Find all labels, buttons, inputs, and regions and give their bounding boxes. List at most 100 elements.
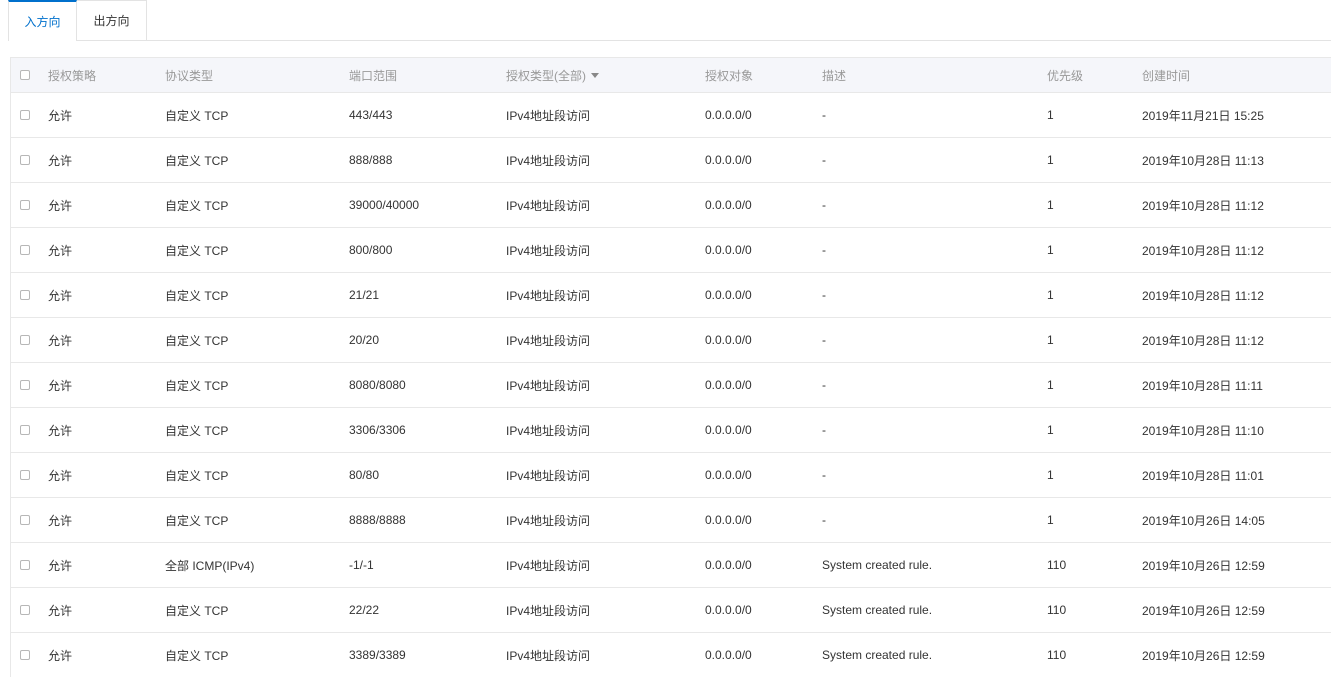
description-cell: - <box>822 378 826 392</box>
table-row: 允许 自定义 TCP 800/800 IPv4地址段访问 0.0.0.0/0 - 1 2019… <box>11 228 1331 273</box>
policy-cell: 允许 <box>48 558 73 573</box>
auth-type-cell: IPv4地址段访问 <box>506 513 591 528</box>
port-range-cell: 8888/8888 <box>349 513 406 527</box>
auth-type-cell: IPv4地址段访问 <box>506 558 591 573</box>
priority-cell: 1 <box>1047 288 1054 302</box>
row-checkbox[interactable] <box>20 605 30 615</box>
port-range-cell: 8080/8080 <box>349 378 406 392</box>
auth-object-cell: 0.0.0.0/0 <box>705 603 752 617</box>
header-protocol: 协议类型 <box>165 68 214 83</box>
table-row: 允许 自定义 TCP 8888/8888 IPv4地址段访问 0.0.0.0/0 - 1 20… <box>11 498 1331 543</box>
description-cell: - <box>822 198 826 212</box>
created-time-cell: 2019年10月28日 11:10 <box>1142 423 1264 438</box>
auth-object-cell: 0.0.0.0/0 <box>705 513 752 527</box>
table-body: 允许 自定义 TCP 443/443 IPv4地址段访问 0.0.0.0/0-1 2019… <box>11 93 1331 677</box>
header-auth-type[interactable]: 授权类型(全部) <box>506 58 599 92</box>
policy-cell: 允许 <box>48 423 73 438</box>
protocol-cell: 自定义 TCP <box>165 378 229 393</box>
row-checkbox[interactable] <box>20 515 30 525</box>
caret-down-icon[interactable] <box>591 72 599 78</box>
protocol-cell: 自定义 TCP <box>165 648 229 663</box>
auth-type-cell: IPv4地址段访问 <box>506 378 591 393</box>
header-policy: 授权策略 <box>48 68 97 83</box>
created-time-cell: 2019年10月28日 11:11 <box>1142 378 1263 393</box>
priority-cell: 110 <box>1047 603 1067 617</box>
policy-cell: 允许 <box>48 513 73 528</box>
created-time-cell: 2019年10月28日 11:12 <box>1142 243 1264 258</box>
created-time-cell: 2019年10月26日 12:59 <box>1142 648 1265 663</box>
protocol-cell: 自定义 TCP <box>165 513 229 528</box>
row-checkbox[interactable] <box>20 470 30 480</box>
auth-type-cell: IPv4地址段访问 <box>506 108 591 123</box>
created-time-cell: 2019年10月28日 11:13 <box>1142 153 1264 168</box>
auth-object-cell: 0.0.0.0/0 <box>705 243 752 257</box>
auth-type-cell: IPv4地址段访问 <box>506 648 591 663</box>
auth-object-cell: 0.0.0.0/0 <box>705 558 752 572</box>
auth-object-cell: 0.0.0.0/0 <box>705 468 752 482</box>
tab-outbound[interactable]: 出方向 <box>77 0 147 40</box>
port-range-cell: 39000/40000 <box>349 198 420 212</box>
created-time-cell: 2019年10月28日 11:01 <box>1142 468 1264 483</box>
table-row: 允许 自定义 TCP 21/21 IPv4地址段访问 0.0.0.0/0 - 1 2019年1… <box>11 273 1331 318</box>
row-checkbox[interactable] <box>20 245 30 255</box>
description-cell: - <box>822 333 826 347</box>
row-checkbox[interactable] <box>20 155 30 165</box>
auth-type-cell: IPv4地址段访问 <box>506 423 591 438</box>
protocol-cell: 自定义 TCP <box>165 198 229 213</box>
row-checkbox[interactable] <box>20 650 30 660</box>
port-range-cell: 888/888 <box>349 153 393 167</box>
description-cell: - <box>822 513 826 527</box>
table-header: 授权策略 协议类型 端口范围 授权类型(全部) 授权对象 描述 优先级 创建时间 <box>11 57 1331 93</box>
priority-cell: 1 <box>1047 198 1054 212</box>
priority-cell: 110 <box>1047 648 1067 662</box>
row-checkbox[interactable] <box>20 110 30 120</box>
rules-table: 授权策略 协议类型 端口范围 授权类型(全部) 授权对象 描述 优先级 创建时间… <box>10 57 1331 677</box>
tab-inbound[interactable]: 入方向 <box>8 0 77 41</box>
priority-cell: 1 <box>1047 153 1054 167</box>
priority-cell: 1 <box>1047 333 1054 347</box>
table-row: 允许 自定义 TCP 80/80 IPv4地址段访问 0.0.0.0/0 - 1 2019年1… <box>11 453 1331 498</box>
row-checkbox[interactable] <box>20 380 30 390</box>
auth-object-cell: 0.0.0.0/0 <box>705 333 752 347</box>
auth-object-cell: 0.0.0.0/0 <box>705 378 752 392</box>
row-checkbox[interactable] <box>20 425 30 435</box>
header-auth-type-label: 授权类型(全部) <box>506 68 586 83</box>
security-group-rules-page: 入方向 出方向 授权策略 协议类型 端口范围 授权类型(全部) 授权对象 描述 … <box>0 0 1331 677</box>
auth-object-cell: 0.0.0.0/0 <box>705 198 752 212</box>
header-created-time: 创建时间 <box>1142 68 1191 83</box>
port-range-cell: 800/800 <box>349 243 393 257</box>
table-row: 允许 自定义 TCP 22/22 IPv4地址段访问 0.0.0.0/0 System c… <box>11 588 1331 633</box>
priority-cell: 1 <box>1047 513 1054 527</box>
select-all-checkbox[interactable] <box>20 70 30 80</box>
table-row: 允许 自定义 TCP 8080/8080 IPv4地址段访问 0.0.0.0/0 - 1 20… <box>11 363 1331 408</box>
policy-cell: 允许 <box>48 243 73 258</box>
protocol-cell: 自定义 TCP <box>165 153 229 168</box>
priority-cell: 1 <box>1047 108 1054 122</box>
protocol-cell: 自定义 TCP <box>165 603 229 618</box>
created-time-cell: 2019年10月26日 12:59 <box>1142 558 1265 573</box>
table-row: 允许 全部 ICMP(IPv4) -1/-1 IPv4地址段访问 0.0.0.0/0 Sy… <box>11 543 1331 588</box>
description-cell: System created rule. <box>822 648 933 662</box>
protocol-cell: 自定义 TCP <box>165 288 229 303</box>
port-range-cell: 22/22 <box>349 603 380 617</box>
auth-object-cell: 0.0.0.0/0 <box>705 288 752 302</box>
priority-cell: 1 <box>1047 423 1054 437</box>
protocol-cell: 自定义 TCP <box>165 243 229 258</box>
header-port-range: 端口范围 <box>349 68 398 83</box>
port-range-cell: 80/80 <box>349 468 380 482</box>
row-checkbox[interactable] <box>20 200 30 210</box>
description-cell: - <box>822 243 826 257</box>
priority-cell: 110 <box>1047 558 1067 572</box>
row-checkbox[interactable] <box>20 290 30 300</box>
header-priority: 优先级 <box>1047 68 1084 83</box>
auth-type-cell: IPv4地址段访问 <box>506 468 591 483</box>
row-checkbox[interactable] <box>20 560 30 570</box>
created-time-cell: 2019年10月28日 11:12 <box>1142 333 1264 348</box>
table-row: 允许 自定义 TCP 3389/3389 IPv4地址段访问 0.0.0.0/0 Syst… <box>11 633 1331 677</box>
port-range-cell: 21/21 <box>349 288 380 302</box>
auth-type-cell: IPv4地址段访问 <box>506 153 591 168</box>
auth-object-cell: 0.0.0.0/0 <box>705 108 752 122</box>
row-checkbox[interactable] <box>20 335 30 345</box>
created-time-cell: 2019年11月21日 15:25 <box>1142 108 1264 123</box>
priority-cell: 1 <box>1047 243 1054 257</box>
